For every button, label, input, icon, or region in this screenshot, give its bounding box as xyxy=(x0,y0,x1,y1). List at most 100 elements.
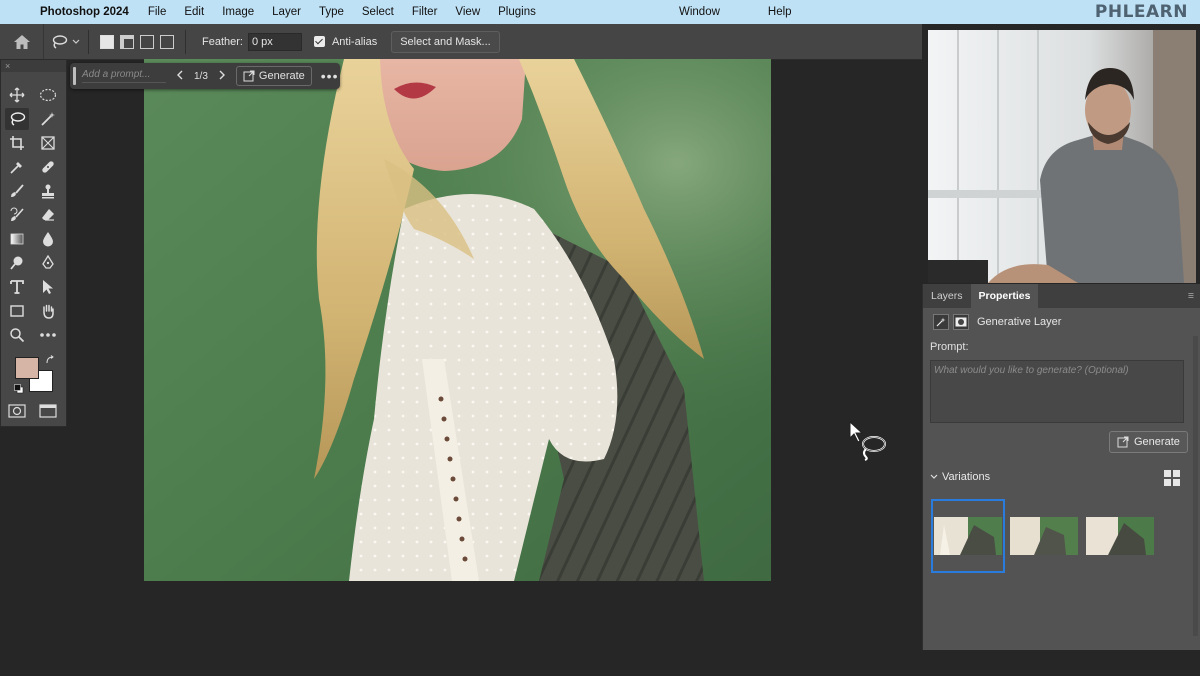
eraser-icon xyxy=(42,209,54,221)
magic-wand-tool[interactable] xyxy=(36,108,60,130)
blur-tool[interactable] xyxy=(36,228,60,250)
properties-panel: Layers Properties ≡ Generative Layer Pro… xyxy=(922,284,1200,650)
drag-handle[interactable] xyxy=(73,67,76,85)
dodge-tool[interactable] xyxy=(5,252,29,274)
edit-toolbar-button[interactable] xyxy=(36,324,60,346)
lasso-icon xyxy=(52,34,68,49)
variations-label: Variations xyxy=(942,471,991,483)
mask-icon xyxy=(953,314,969,330)
variation-thumbnail-1[interactable] xyxy=(934,517,1002,555)
home-icon xyxy=(13,34,30,49)
default-colors-icon[interactable] xyxy=(14,384,24,394)
prompt-input[interactable]: Add a prompt... xyxy=(82,69,166,83)
anti-alias-checkbox[interactable] xyxy=(313,36,325,47)
grid-view-button[interactable] xyxy=(1163,469,1181,492)
panel-generate-label: Generate xyxy=(1134,436,1180,448)
bandage-icon xyxy=(42,161,54,173)
screen-mode-button[interactable] xyxy=(36,400,60,422)
healing-brush-tool[interactable] xyxy=(36,156,60,178)
menu-view[interactable]: View xyxy=(446,6,489,18)
intersect-selection-mode[interactable] xyxy=(160,34,174,49)
home-button[interactable] xyxy=(0,23,44,60)
photoshop-window: Photoshop 2024 File Edit Image Layer Typ… xyxy=(0,0,1200,676)
eraser-tool[interactable] xyxy=(36,204,60,226)
brush-tool[interactable] xyxy=(5,180,29,202)
more-options-button[interactable]: ••• xyxy=(321,68,339,84)
more-dots-icon xyxy=(40,333,56,337)
tab-layers[interactable]: Layers xyxy=(923,284,971,308)
select-and-mask-button[interactable]: Select and Mask... xyxy=(391,30,500,53)
path-selection-tool[interactable] xyxy=(36,276,60,298)
variation-thumbnail-2[interactable] xyxy=(1010,517,1078,555)
photo xyxy=(144,59,771,581)
rectangle-tool[interactable] xyxy=(5,300,29,322)
crop-tool[interactable] xyxy=(5,132,29,154)
prompt-label: Prompt: xyxy=(930,341,969,353)
history-brush-tool[interactable] xyxy=(5,204,29,226)
eyedropper-icon xyxy=(10,162,22,174)
pen-tool[interactable] xyxy=(36,252,60,274)
zoom-tool[interactable] xyxy=(5,324,29,346)
marquee-tool[interactable] xyxy=(36,84,60,106)
menu-type[interactable]: Type xyxy=(310,6,353,18)
menu-plugins[interactable]: Plugins xyxy=(489,6,545,18)
menu-edit[interactable]: Edit xyxy=(175,6,213,18)
add-to-selection-mode[interactable] xyxy=(120,34,134,49)
lasso-tool[interactable] xyxy=(5,108,29,130)
gradient-tool[interactable] xyxy=(5,228,29,250)
variation-thumbnail-3[interactable] xyxy=(1086,517,1154,555)
menu-select[interactable]: Select xyxy=(353,6,403,18)
generate-button[interactable]: Generate xyxy=(235,66,312,86)
type-tool[interactable] xyxy=(5,276,29,298)
layer-type-label: Generative Layer xyxy=(977,316,1062,328)
canvas-image[interactable] xyxy=(144,59,771,581)
stamp-icon xyxy=(42,184,54,199)
menu-filter[interactable]: Filter xyxy=(403,6,447,18)
panel-menu-icon[interactable]: ≡ xyxy=(1188,284,1194,308)
panel-scrollbar[interactable] xyxy=(1193,336,1198,636)
new-selection-mode[interactable] xyxy=(100,34,114,49)
generate-icon xyxy=(1117,436,1129,448)
crop-icon xyxy=(10,136,24,150)
tools-panel: × xyxy=(0,59,67,427)
gradient-icon xyxy=(10,233,24,245)
app-menu[interactable]: Photoshop 2024 xyxy=(36,6,139,18)
panel-generate-button[interactable]: Generate xyxy=(1109,431,1188,453)
previous-variation-button[interactable] xyxy=(176,70,184,83)
type-icon xyxy=(10,280,24,294)
dodge-icon xyxy=(10,256,23,270)
subtract-from-selection-mode[interactable] xyxy=(140,34,154,49)
move-tool[interactable] xyxy=(5,84,29,106)
history-brush-icon xyxy=(10,207,24,221)
menu-layer[interactable]: Layer xyxy=(263,6,310,18)
feather-input[interactable]: 0 px xyxy=(247,32,302,51)
swap-colors-icon[interactable] xyxy=(45,355,55,365)
foreground-color-swatch[interactable] xyxy=(15,357,39,379)
feather-label: Feather: xyxy=(202,35,243,48)
brush-icon xyxy=(11,184,24,197)
next-variation-button[interactable] xyxy=(218,70,226,83)
pen-icon xyxy=(42,255,54,269)
chevron-down-icon xyxy=(930,474,938,479)
frame-tool[interactable] xyxy=(36,132,60,154)
anti-alias-label: Anti-alias xyxy=(331,35,378,48)
magic-wand-icon xyxy=(41,112,55,126)
frame-icon xyxy=(41,136,55,150)
prompt-textarea[interactable]: What would you like to generate? (Option… xyxy=(930,360,1184,423)
menu-window[interactable]: Window xyxy=(670,6,729,18)
menu-help[interactable]: Help xyxy=(759,6,801,18)
quick-mask-icon xyxy=(8,404,26,418)
eyedropper-tool[interactable] xyxy=(5,156,29,178)
lasso-preset-picker[interactable] xyxy=(50,34,80,50)
rectangle-icon xyxy=(10,305,24,317)
tools-panel-header[interactable]: × xyxy=(1,60,66,72)
menu-image[interactable]: Image xyxy=(213,6,263,18)
clone-stamp-tool[interactable] xyxy=(36,180,60,202)
variations-header[interactable]: Variations xyxy=(930,471,990,483)
hand-tool[interactable] xyxy=(36,300,60,322)
menu-file[interactable]: File xyxy=(139,6,176,18)
quick-mask-button[interactable] xyxy=(5,400,29,422)
magnifier-icon xyxy=(10,328,25,343)
tab-properties[interactable]: Properties xyxy=(970,284,1039,308)
grid-icon xyxy=(1164,470,1180,486)
